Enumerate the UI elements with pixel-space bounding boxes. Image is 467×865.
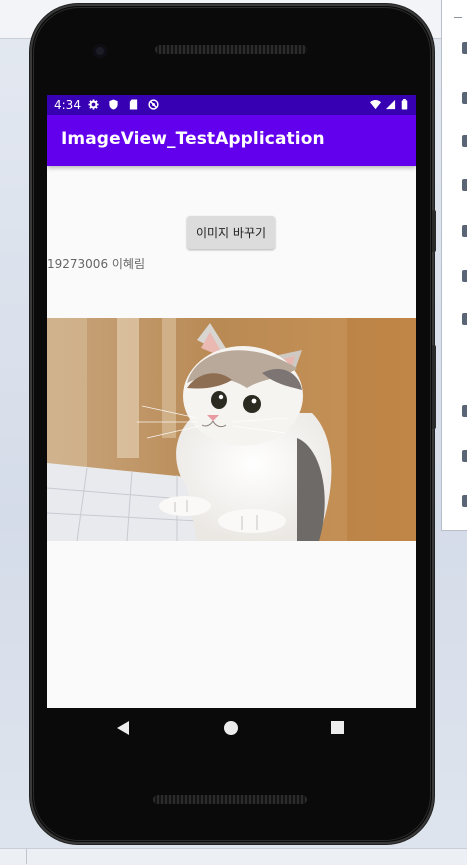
power-icon[interactable]: [462, 42, 467, 54]
cat-photo: [47, 318, 416, 541]
side-panel-minimize-icon[interactable]: [454, 17, 462, 18]
phone-power-button[interactable]: [432, 210, 436, 252]
status-time: 4:34: [54, 98, 81, 112]
back-icon[interactable]: [117, 721, 129, 735]
battery-icon: [401, 99, 408, 110]
zoom-icon[interactable]: [462, 313, 467, 325]
earpiece-speaker: [155, 45, 307, 54]
status-bar: 4:34: [47, 95, 416, 115]
side-home-icon[interactable]: [462, 450, 467, 462]
wifi-icon: [370, 99, 381, 110]
rotate-left-icon[interactable]: [462, 179, 467, 191]
recents-icon[interactable]: [331, 721, 344, 734]
ide-status-separator: [26, 849, 27, 864]
change-image-button[interactable]: 이미지 바꾸기: [187, 216, 275, 249]
bottom-speaker: [153, 795, 307, 804]
volume-down-icon[interactable]: [462, 135, 467, 147]
front-camera: [93, 44, 107, 58]
home-icon[interactable]: [224, 721, 238, 735]
side-more-icon[interactable]: [462, 495, 467, 507]
student-id-name-text: 19273006 이혜림: [47, 257, 146, 271]
shield-icon: [109, 99, 118, 110]
phone-volume-rocker[interactable]: [432, 345, 436, 429]
sd-card-icon: [129, 99, 138, 110]
signal-icon: [385, 99, 396, 110]
screenshot-icon[interactable]: [462, 270, 467, 282]
gear-icon: [88, 99, 99, 110]
side-back-icon[interactable]: [462, 405, 467, 417]
app-bar: ImageView_TestApplication: [47, 115, 416, 166]
rotate-right-icon[interactable]: [462, 225, 467, 237]
app-title: ImageView_TestApplication: [61, 129, 325, 149]
no-sync-icon: [148, 99, 159, 110]
ide-status-bar: [0, 848, 467, 865]
volume-up-icon[interactable]: [462, 92, 467, 104]
system-navigation-bar: [117, 721, 344, 735]
phone-screen: 4:34 ImageView_TestApplication 이미지 바꾸기 1…: [47, 95, 416, 708]
